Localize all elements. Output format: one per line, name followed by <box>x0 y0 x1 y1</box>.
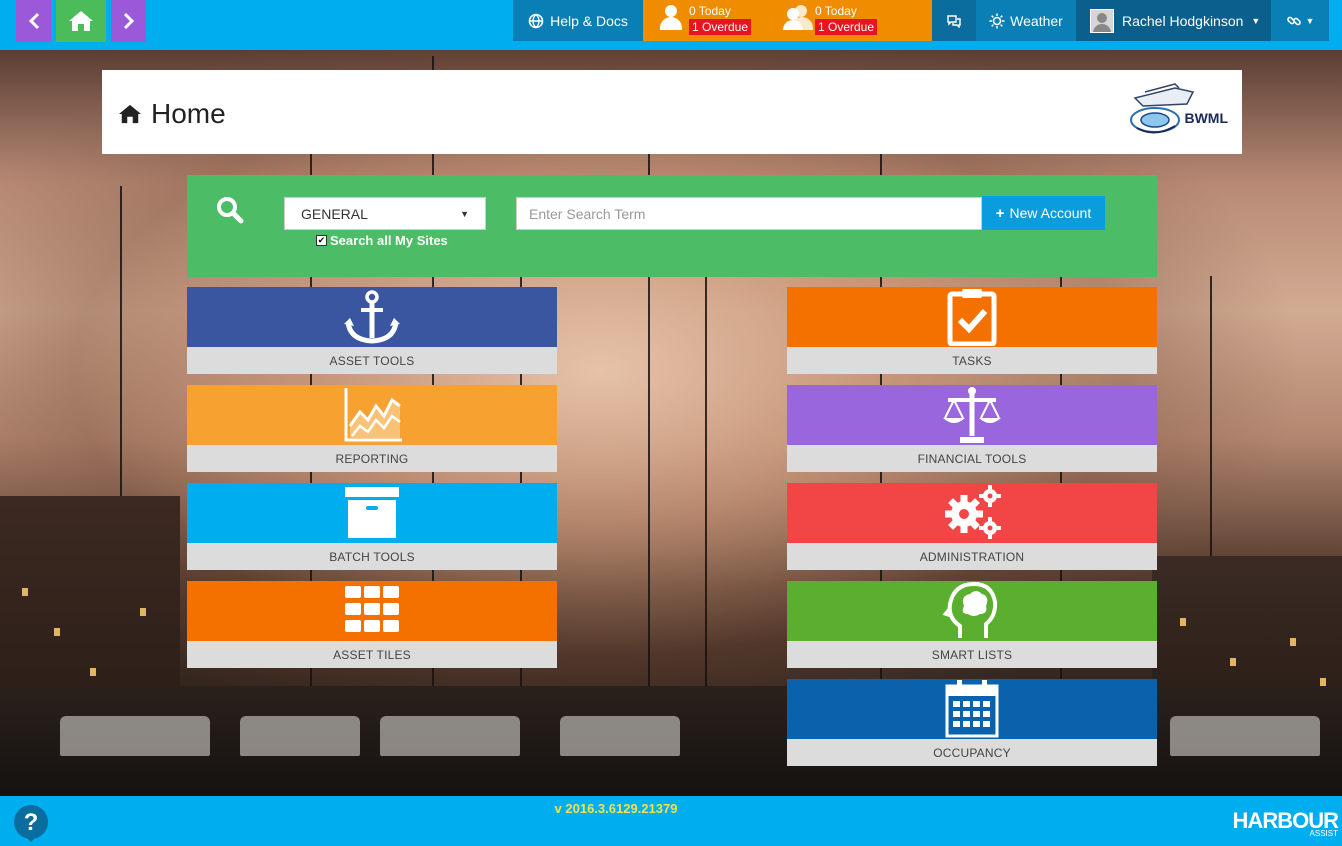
new-account-button[interactable]: + New Account <box>982 196 1105 230</box>
search-all-sites-option[interactable]: ✔ Search all My Sites <box>316 233 448 248</box>
help-docs-button[interactable]: Help & Docs <box>513 0 643 41</box>
my-tasks-overdue: 1 Overdue <box>689 19 752 35</box>
search-input[interactable]: Enter Search Term <box>516 197 982 230</box>
tile-label: BATCH TOOLS <box>187 543 557 570</box>
team-tasks-today: 0 Today <box>815 4 857 18</box>
scales-icon <box>943 387 1001 443</box>
tile-administration[interactable]: ADMINISTRATION <box>787 483 1157 571</box>
sun-icon <box>989 13 1005 28</box>
chart-icon <box>344 388 402 442</box>
weather-label: Weather <box>1010 12 1063 29</box>
chevron-left-icon <box>28 12 39 30</box>
caret-down-icon: ▼ <box>460 208 469 219</box>
app-version: v 2016.3.6129.21379 <box>554 801 678 816</box>
head-brain-icon <box>942 582 998 638</box>
archive-box-icon <box>345 487 399 538</box>
search-all-sites-label: Search all My Sites <box>330 233 448 248</box>
caret-down-icon: ▼ <box>1305 15 1315 26</box>
link-icon <box>1286 16 1301 25</box>
users-icon <box>783 3 813 33</box>
top-navbar: Help & Docs 0 Today 1 Overdue 0 Today 1 … <box>0 0 1342 50</box>
chat-button[interactable] <box>932 0 976 41</box>
tile-smart-lists[interactable]: SMART LISTS <box>787 581 1157 669</box>
search-icon <box>217 197 244 224</box>
tile-label: OCCUPANCY <box>787 739 1157 766</box>
help-docs-label: Help & Docs <box>550 12 628 29</box>
team-tasks-counter[interactable]: 0 Today 1 Overdue <box>783 3 878 35</box>
chevron-right-icon <box>123 12 134 30</box>
caret-down-icon: ▼ <box>1251 15 1261 26</box>
links-menu[interactable]: ▼ <box>1271 0 1329 41</box>
tile-financial-tools[interactable]: FINANCIAL TOOLS <box>787 385 1157 473</box>
user-name: Rachel Hodgkinson <box>1122 12 1244 29</box>
page-title-text: Home <box>151 98 226 129</box>
weather-button[interactable]: Weather <box>976 0 1076 41</box>
tile-label: FINANCIAL TOOLS <box>787 445 1157 472</box>
clipboard-check-icon <box>947 289 997 346</box>
logo-text: BWML <box>1184 110 1228 126</box>
my-tasks-counter[interactable]: 0 Today 1 Overdue <box>657 3 752 35</box>
tile-label: ADMINISTRATION <box>787 543 1157 570</box>
search-panel: GENERAL ▼ ✔ Search all My Sites Enter Se… <box>187 175 1157 277</box>
search-category-select[interactable]: GENERAL ▼ <box>284 197 486 230</box>
globe-icon <box>528 13 544 28</box>
tile-label: REPORTING <box>187 445 557 472</box>
harbour-assist-logo-sub: ASSIST <box>1309 829 1338 838</box>
home-icon <box>119 104 141 124</box>
tile-label: SMART LISTS <box>787 641 1157 668</box>
user-menu[interactable]: Rachel Hodgkinson ▼ <box>1076 0 1271 41</box>
tile-asset-tiles[interactable]: ASSET TILES <box>187 581 557 669</box>
team-tasks-overdue: 1 Overdue <box>815 19 878 35</box>
tile-reporting[interactable]: REPORTING <box>187 385 557 473</box>
plus-icon: + <box>995 204 1005 222</box>
user-icon <box>657 3 685 33</box>
back-button[interactable] <box>16 0 51 42</box>
tile-occupancy[interactable]: OCCUPANCY <box>787 679 1157 767</box>
chat-icon <box>947 14 961 28</box>
search-category-value: GENERAL <box>301 205 368 222</box>
page-header: Home BWML <box>102 70 1242 154</box>
home-icon <box>69 11 93 31</box>
tile-tasks[interactable]: TASKS <box>787 287 1157 375</box>
gears-icon <box>945 485 1001 539</box>
tile-label: ASSET TOOLS <box>187 347 557 374</box>
new-account-label: New Account <box>1009 205 1092 221</box>
anchor-icon <box>344 290 400 344</box>
home-button[interactable] <box>56 0 106 42</box>
tile-label: TASKS <box>787 347 1157 374</box>
page-title: Home <box>117 98 226 130</box>
grid-icon <box>345 586 399 632</box>
tile-batch-tools[interactable]: BATCH TOOLS <box>187 483 557 571</box>
avatar <box>1090 8 1114 33</box>
tile-label: ASSET TILES <box>187 641 557 668</box>
forward-button[interactable] <box>111 0 146 42</box>
tasks-summary: 0 Today 1 Overdue 0 Today 1 Overdue <box>643 0 932 41</box>
search-input-placeholder: Enter Search Term <box>529 205 646 222</box>
search-all-sites-checkbox[interactable]: ✔ <box>316 235 327 246</box>
tile-asset-tools[interactable]: ASSET TOOLS <box>187 287 557 375</box>
calendar-icon <box>945 680 999 738</box>
my-tasks-today: 0 Today <box>689 4 731 18</box>
